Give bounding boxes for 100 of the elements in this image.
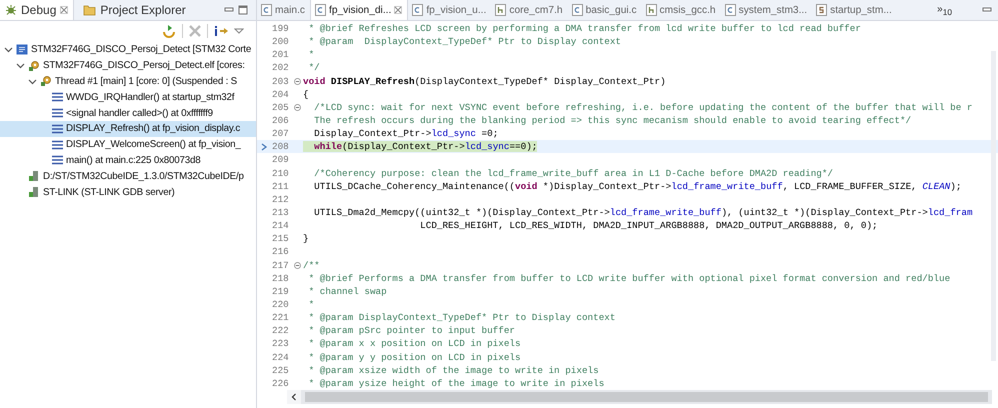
line-number: 208 <box>272 141 290 152</box>
bug-icon <box>5 4 17 16</box>
line-number: 216 <box>272 246 290 258</box>
code-line: * channel swap <box>308 286 387 297</box>
line-number: 203 <box>272 76 290 87</box>
line-number: 221 <box>272 312 290 324</box>
panel-tab[interactable]: Project Explorer <box>78 0 191 20</box>
file-tab[interactable]: startup_stm... <box>812 0 897 20</box>
tree-item[interactable]: STM32F746G_DISCO_Persoj_Detect [STM32 Corte <box>0 42 256 58</box>
line-number: 212 <box>272 194 290 205</box>
tree-item[interactable]: ST-LINK (ST-LINK GDB server) <box>0 184 256 200</box>
launch-icon <box>16 44 28 56</box>
code-line: * @param x x position on LCD in pixels <box>308 338 521 350</box>
tree-item[interactable]: STM32F746G_DISCO_Persoj_Detect.elf [cores: <box>0 58 256 74</box>
line-number: 201 <box>272 49 290 60</box>
stack-frame-icon <box>52 92 63 102</box>
file-icon <box>315 4 326 16</box>
line-number: 207 <box>272 128 290 140</box>
file-icon <box>572 4 583 16</box>
code-line: The refresh occurs during the blanking period => this sync mecanism should enable to avoid tearing effect*/ <box>313 115 912 126</box>
fold-toggle-icon[interactable] <box>294 262 301 269</box>
code-line: * @param xsize width of the image to write in pixels <box>308 364 599 376</box>
code-line: * @brief Refreshes LCD screen by performing a DMA transfer from lcd write buffer to lcd read buffer <box>308 23 861 34</box>
stack-frame-icon <box>52 108 63 118</box>
line-number: 202 <box>272 62 290 74</box>
line-number: 224 <box>272 352 290 363</box>
line-number: 199 <box>272 23 290 34</box>
gear-thread-icon <box>40 75 52 88</box>
code-line: * <box>308 299 314 310</box>
file-icon <box>724 4 736 16</box>
file-icon <box>261 4 272 16</box>
tree-item[interactable]: Thread #1 [main] 1 [core: 0] (Suspended : S <box>0 74 256 90</box>
code-line: Display_Context_Ptr->lcd_sync =0; <box>313 128 498 140</box>
line-number: 210 <box>272 168 290 179</box>
panel-tab[interactable]: Debug <box>0 0 74 20</box>
stack-frame-icon <box>52 140 63 150</box>
tree-item[interactable]: main() at main.c:225 0x80073d8 <box>0 152 256 168</box>
file-icon <box>412 4 424 16</box>
code-line: /*LCD sync: wait for next VSYNC event before refreshing, i.e. before updating the content of the buffer that will be r <box>313 102 972 113</box>
chevron-down-icon[interactable] <box>4 45 13 54</box>
stack-frame-icon <box>52 124 63 134</box>
fold-toggle-icon[interactable] <box>294 78 301 85</box>
file-tab[interactable]: cmsis_gcc.h <box>642 0 721 20</box>
file-tab[interactable]: core_cm7.h <box>491 0 568 20</box>
file-tab[interactable]: main.c <box>257 0 310 20</box>
tree-item[interactable]: DISPLAY_Refresh() at fp_vision_display.c <box>0 120 256 137</box>
tree-item[interactable]: WWDG_IRQHandler() at startup_stm32f <box>0 89 256 106</box>
close-icon[interactable] <box>60 6 68 14</box>
dropdown-caret-icon[interactable] <box>234 27 244 35</box>
code-line: LCD_RES_HEIGHT, LCD_RES_WIDTH, DMA2D_INPUT_ARGB8888, DMA2D_OUTPUT_ARGB8888, 0, 0); <box>419 220 878 232</box>
gear-thread-icon <box>28 60 40 72</box>
line-number: 226 <box>272 378 290 389</box>
line-number: 209 <box>272 154 290 166</box>
code-line: { <box>303 88 309 100</box>
line-number: 213 <box>272 207 290 218</box>
code-line: UTILS_DCache_Coherency_Maintenance((void *)Display_Context_Ptr->lcd_frame_write_buff, LCD_FRAME_BUFFER_SIZE, CLEAN); <box>313 180 962 192</box>
code-line: void DISPLAY_Refresh(DisplayContext_TypeDef* Display_Context_Ptr) <box>303 76 666 87</box>
line-number: 220 <box>272 299 290 310</box>
code-line: * @param y y position on LCD in pixels <box>308 352 521 363</box>
file-tab[interactable]: fp_vision_di... <box>310 0 408 20</box>
scrollbar-thumb[interactable] <box>305 392 988 402</box>
line-number: 225 <box>272 364 290 376</box>
more-tabs-indicator[interactable]: »$_{10}$ <box>937 4 952 16</box>
code-line: UTILS_Dma2d_Memcpy((uint32_t *)(Display_Context_Ptr->lcd_frame_write_buff), (uint32_t *)(Display_Context_Ptr->lcd_fram <box>313 207 973 218</box>
server-icon <box>28 186 40 198</box>
tree-item[interactable]: <signal handler called>() at 0xfffffff9 <box>0 105 256 121</box>
line-number: 204 <box>272 88 290 100</box>
file-tab[interactable]: system_stm3... <box>720 0 812 20</box>
folder-icon <box>83 4 96 16</box>
server-icon <box>28 170 40 182</box>
step-into-icon[interactable] <box>213 24 229 38</box>
line-number: 200 <box>272 36 290 48</box>
line-number: 219 <box>272 286 290 297</box>
code-line: /** <box>303 260 320 271</box>
restart-icon[interactable] <box>161 24 177 38</box>
code-line: * @brief Performs a DMA transfer from buffer to LCD write buffer with optional pixel format conversion and red/blue <box>308 272 950 284</box>
close-icon[interactable] <box>394 6 402 14</box>
file-tab[interactable]: fp_vision_u... <box>408 0 492 20</box>
instruction-pointer-icon <box>261 142 268 151</box>
tree-item[interactable]: DISPLAY_WelcomeScreen() at fp_vision_ <box>0 136 256 153</box>
maximize-icon[interactable] <box>238 5 248 15</box>
line-number: 218 <box>272 272 290 284</box>
code-line: * @param DisplayContext_TypeDef* Ptr to Display context <box>308 312 616 324</box>
line-number: 205 <box>272 102 290 113</box>
code-line: * @param DisplayContext_TypeDef* Ptr to Display context <box>308 36 622 48</box>
code-line: */ <box>308 62 320 74</box>
fold-toggle-icon[interactable] <box>294 104 301 111</box>
line-number: 214 <box>272 220 290 232</box>
tree-item[interactable]: D:/ST/STM32CubeIDE_1.3.0/STM32CubeIDE/p <box>0 168 256 184</box>
stack-frame-icon <box>52 155 63 166</box>
file-tab[interactable]: basic_gui.c <box>568 0 642 20</box>
line-number: 211 <box>272 180 290 192</box>
file-icon <box>495 4 506 16</box>
code-line: } <box>303 233 309 244</box>
line-number: 223 <box>272 338 290 350</box>
code-line: * @param pSrc pointer to input buffer <box>308 325 516 336</box>
line-number: 206 <box>272 115 290 126</box>
chevron-down-icon[interactable] <box>16 61 25 70</box>
chevron-down-icon[interactable] <box>28 76 37 86</box>
code-line: * @param ysize height of the image to write in pixels <box>308 378 604 389</box>
